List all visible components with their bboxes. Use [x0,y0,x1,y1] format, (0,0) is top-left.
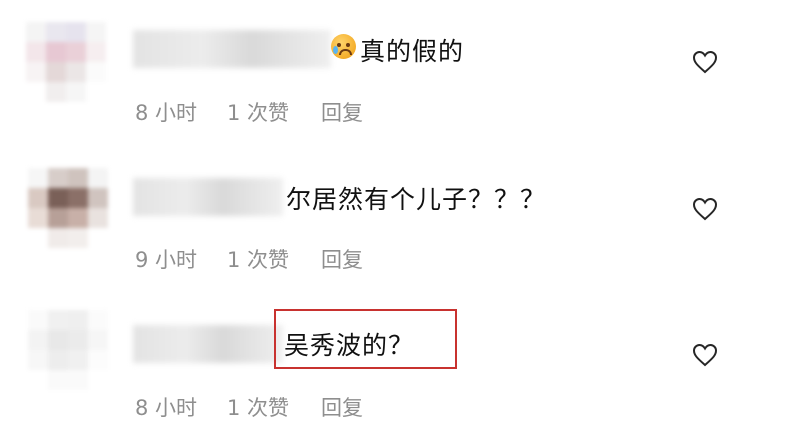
heart-outline-icon[interactable] [692,197,718,221]
avatar[interactable] [28,168,108,248]
username-blurred[interactable] [133,178,283,216]
heart-outline-icon[interactable] [692,343,718,367]
reply-button[interactable]: 回复 [321,244,363,274]
reply-button[interactable]: 回复 [321,392,363,422]
avatar[interactable] [28,310,108,390]
comment-time: 8 小时 [135,396,198,420]
comment-item: 吴秀波的？ 8 小时 1 次赞 回复 [0,0,800,420]
comment-text: 吴秀波的？ [284,331,415,360]
comment-time: 9 小时 [135,248,198,272]
like-count[interactable]: 1 次赞 [227,244,289,274]
username-blurred[interactable] [133,325,283,363]
comment-text: 尔居然有个儿子？？？ [286,185,547,214]
like-count[interactable]: 1 次赞 [227,392,289,422]
